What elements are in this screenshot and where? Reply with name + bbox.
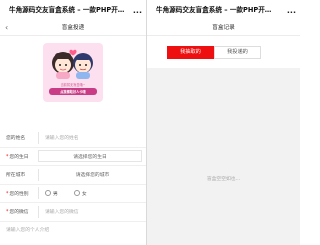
radio-circle-icon[interactable] xyxy=(45,190,51,197)
wechat-row: *您的微信 请输入您的微信 xyxy=(0,203,146,222)
birthday-label: 您的生日 xyxy=(9,154,29,160)
birthday-picker[interactable]: 请选择您的生日 xyxy=(38,150,142,163)
banner-caption-top: 当前暂无盲盒哦~ xyxy=(60,83,86,87)
name-label: 您的姓名 xyxy=(6,136,26,142)
radio-circle-icon[interactable] xyxy=(73,190,80,197)
birthday-row: *您的生日 请选择您的生日 xyxy=(0,148,146,166)
more-dots-icon[interactable]: ··· xyxy=(133,3,142,23)
wechat-label: 您的微信 xyxy=(9,210,29,216)
page-title: 盲盒投递 xyxy=(61,25,85,31)
window-title: 牛角源码交友盲盒系统 – 一款PHP开… xyxy=(156,6,272,14)
gender-female-option[interactable]: 女 xyxy=(73,190,87,197)
window-title-bar: 牛角源码交友盲盒系统 – 一款PHP开… ··· xyxy=(147,0,300,20)
tab-drawn[interactable]: 我抽取的 xyxy=(167,46,214,59)
window-title-bar: 牛角源码交友盲盒系统 – 一款PHP开… ··· xyxy=(0,0,146,20)
tab-posted[interactable]: 我投递的 xyxy=(214,46,261,59)
blind-box-banner[interactable]: 当前暂无盲盒哦~ 点我擦取好人卡哦 xyxy=(43,43,103,102)
blind-box-records-page: 牛角源码交友盲盒系统 – 一款PHP开… ··· 盲盒记录 我抽取的 我投递的 … xyxy=(147,0,300,245)
gender-label: 您的性别 xyxy=(9,191,29,197)
gender-radio-group: 男 女 xyxy=(38,187,146,200)
gender-male-option[interactable]: 男 xyxy=(45,190,58,197)
window-title: 牛角源码交友盲盒系统 – 一款PHP开… xyxy=(9,6,125,14)
banner-container: 当前暂无盲盒哦~ 点我擦取好人卡哦 xyxy=(0,36,146,129)
nav-bar: ‹ 盲盒投递 xyxy=(0,20,146,36)
name-row: 您的姓名 请输入您的姓名 xyxy=(0,129,146,148)
left-character-face xyxy=(55,57,71,73)
city-row: 所在城市 请选择您的城市 xyxy=(0,166,146,185)
gender-male-label: 男 xyxy=(53,191,58,197)
right-character-body xyxy=(76,72,90,79)
birthday-label-wrap: *您的生日 xyxy=(0,153,38,160)
name-input[interactable]: 请输入您的姓名 xyxy=(38,131,146,144)
gender-row: *您的性别 男 女 xyxy=(0,185,146,203)
intro-textarea[interactable]: 请输入您的个人介绍 xyxy=(0,222,146,244)
gender-female-label: 女 xyxy=(81,191,87,197)
nav-bar: 盲盒记录 xyxy=(147,20,300,36)
record-tabs: 我抽取的 我投递的 xyxy=(147,36,300,68)
more-dots-icon[interactable]: ··· xyxy=(287,3,296,20)
wechat-label-wrap: *您的微信 xyxy=(0,208,38,215)
city-label: 所在城市 xyxy=(6,173,26,179)
banner-caption-bottom[interactable]: 点我擦取好人卡哦 xyxy=(49,88,97,95)
empty-state-text: 盲盒空空如也... xyxy=(206,177,241,182)
city-picker[interactable]: 请选择您的城市 xyxy=(38,168,146,181)
back-arrow-icon[interactable]: ‹ xyxy=(5,20,8,36)
page-title: 盲盒记录 xyxy=(212,25,235,31)
gender-label-wrap: *您的性别 xyxy=(0,190,38,197)
blind-box-post-page: 牛角源码交友盲盒系统 – 一款PHP开… ··· ‹ 盲盒投递 当前暂无盲盒哦~… xyxy=(0,0,146,245)
left-character-body xyxy=(56,72,70,79)
wechat-input[interactable]: 请输入您的微信 xyxy=(38,205,146,218)
